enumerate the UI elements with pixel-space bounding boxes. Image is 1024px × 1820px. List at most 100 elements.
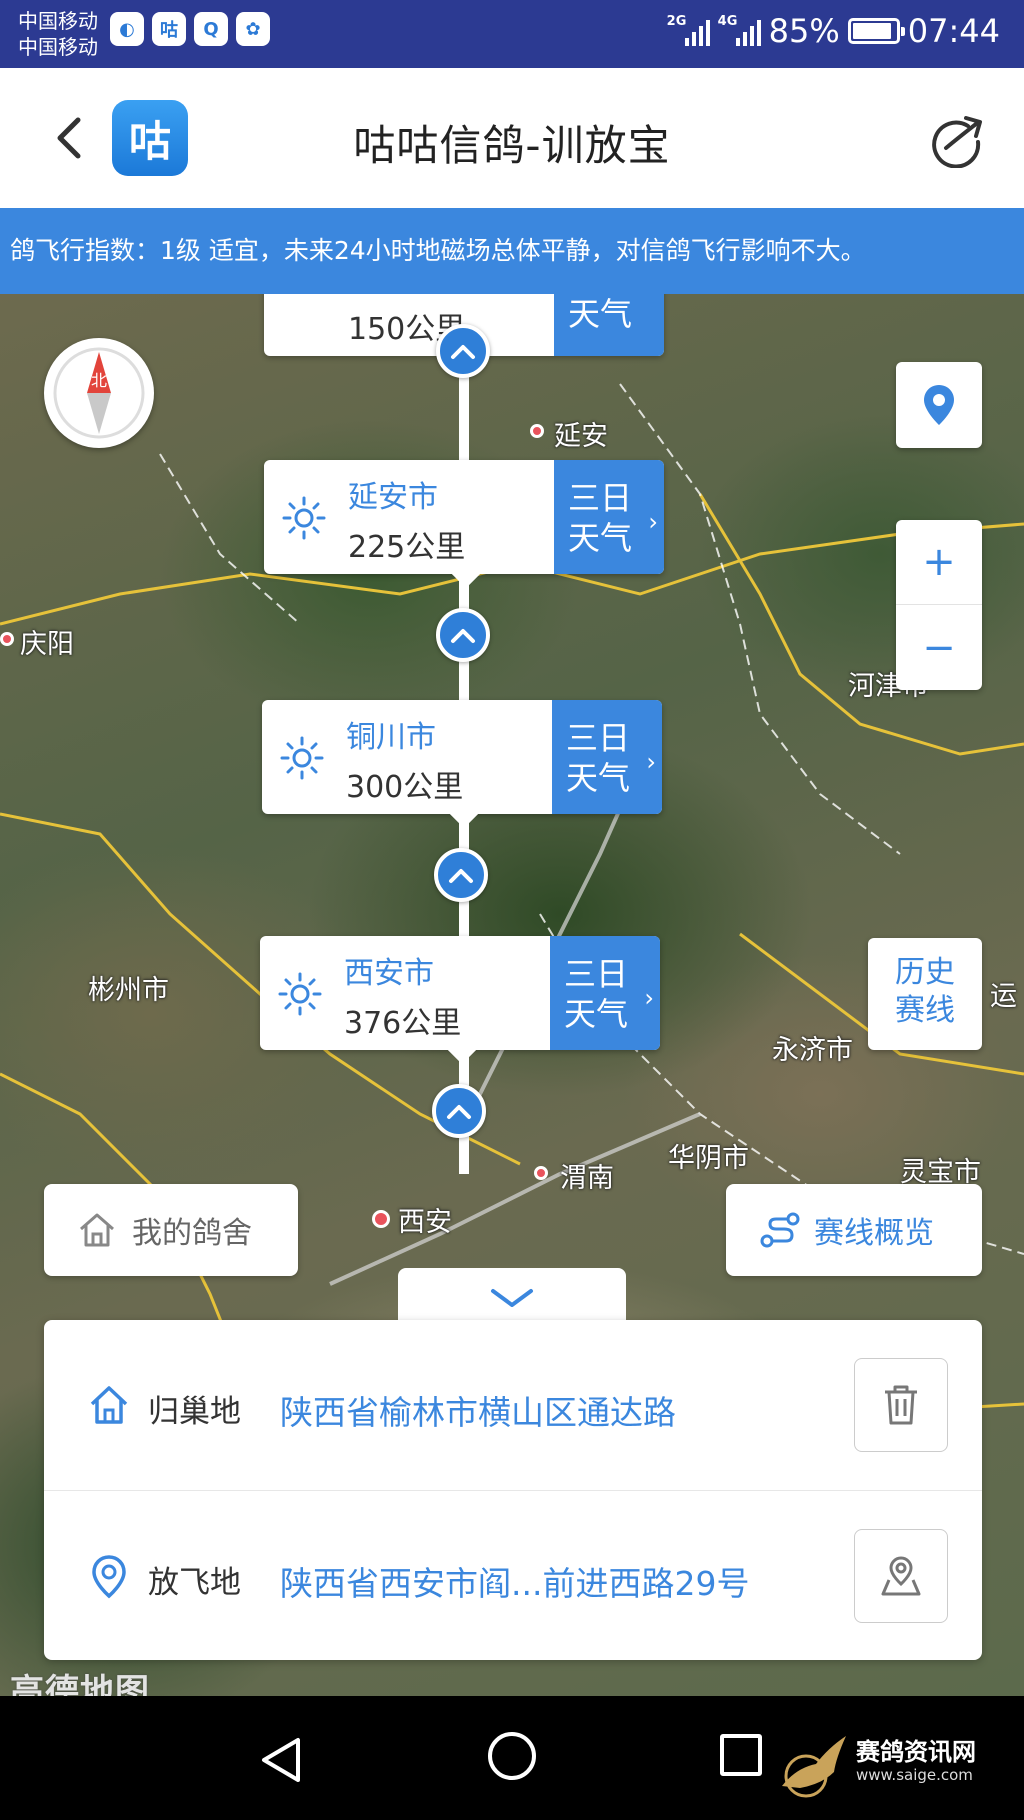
collapse-panel-button[interactable] — [398, 1268, 626, 1328]
history-route-button[interactable]: 历史 赛线 — [868, 938, 982, 1050]
map-pin-icon — [881, 1556, 921, 1596]
battery-percent: 85% — [768, 12, 840, 50]
locate-button[interactable] — [896, 362, 982, 448]
share-button[interactable] — [928, 112, 988, 169]
zoom-out-button[interactable]: − — [896, 605, 982, 690]
city-label-weinan: 渭南 — [560, 1163, 614, 1194]
my-loft-label: 我的鸽舍 — [132, 1216, 252, 1251]
chevron-up-icon — [451, 629, 475, 643]
home-icon — [80, 1213, 114, 1247]
route-node-up[interactable] — [434, 848, 488, 902]
waypoint-name: 延安市 — [348, 480, 438, 515]
location-pin-icon — [924, 385, 954, 425]
city-marker-weinan — [534, 1166, 548, 1180]
three-day-weather-button[interactable]: 三日 天气 › — [554, 460, 664, 574]
trash-icon — [885, 1385, 917, 1425]
waypoint-name: 铜川市 — [346, 720, 436, 755]
zoom-controls: + − — [896, 520, 982, 690]
nav-recents-button[interactable] — [720, 1734, 762, 1776]
city-marker-xian — [372, 1210, 390, 1228]
race-overview-button[interactable]: 赛线概览 — [726, 1184, 982, 1276]
pick-location-button[interactable] — [854, 1529, 948, 1623]
race-overview-label: 赛线概览 — [814, 1216, 934, 1251]
route-info-panel: 归巢地 陕西省榆林市横山区通达路 放飞地 陕西省西安市阎...前进西路29号 — [44, 1320, 982, 1660]
route-icon — [760, 1212, 800, 1248]
city-marker-qingyang — [0, 632, 14, 646]
waypoint-distance: 225公里 — [348, 530, 466, 565]
waypoint-name: 西安市 — [344, 956, 434, 991]
carrier-2: 中国移动 — [18, 35, 98, 59]
chevron-right-icon: › — [646, 748, 656, 776]
city-label-yanan: 延安 — [554, 421, 608, 452]
ticker-text: 鸽飞行指数：1级 适宜，未来24小时地磁场总体平静，对信鸽飞行影响不大。 — [10, 236, 866, 265]
clock: 07:44 — [907, 12, 1000, 50]
status-bar: 中国移动 中国移动 ◐ 咕 Q ✿ 2G 4G 85% 07:44 — [0, 0, 1024, 68]
system-nav-bar: 赛鸽资讯网 www.saige.com — [0, 1696, 1024, 1820]
page-title: 咕咕信鸽-训放宝 — [353, 121, 671, 170]
city-label-qingyang: 庆阳 — [20, 629, 74, 660]
app-notification-icon: ◐ — [110, 12, 144, 46]
waypoint-card[interactable]: 延安市 225公里 三日 天气 › — [264, 460, 664, 589]
release-location-value[interactable]: 陕西省西安市阎...前进西路29号 — [280, 1557, 749, 1605]
route-node-up[interactable] — [436, 324, 490, 378]
watermark-name: 赛鸽资讯网 — [856, 1738, 976, 1766]
delete-button[interactable] — [854, 1358, 948, 1452]
signal-4g-icon: 4G — [718, 14, 761, 46]
paw-notification-icon: ✿ — [236, 12, 270, 46]
waypoint-card[interactable]: 西安市 376公里 三日 天气 › — [260, 936, 660, 1065]
chevron-right-icon: › — [648, 508, 658, 536]
carrier-info: 中国移动 中国移动 — [18, 8, 98, 60]
zoom-in-button[interactable]: + — [896, 520, 982, 605]
search-notification-icon: Q — [194, 12, 228, 46]
waypoint-distance: 376公里 — [344, 1006, 462, 1041]
pigeon-logo-icon — [782, 1736, 846, 1798]
weather-label: 天气 — [568, 295, 633, 333]
home-location-label: 归巢地 — [148, 1394, 241, 1430]
sunny-icon — [282, 496, 326, 540]
city-label-xian: 西安 — [398, 1207, 452, 1238]
chevron-down-icon — [491, 1289, 533, 1307]
release-location-label: 放飞地 — [148, 1565, 241, 1601]
watermark-url: www.saige.com — [856, 1766, 973, 1784]
compass-north-label: 北 — [91, 371, 107, 390]
home-location-value[interactable]: 陕西省榆林市横山区通达路 — [280, 1386, 676, 1434]
three-day-weather-button[interactable]: 三日 天气 › — [552, 700, 662, 814]
battery-icon — [847, 18, 905, 44]
waypoint-card[interactable]: 铜川市 300公里 三日 天气 › — [262, 700, 662, 829]
city-label-yun: 运 — [990, 981, 1017, 1012]
map-view[interactable]: 延安 庆阳 河津市 彬州市 运 永济市 华阴市 渭南 灵宝市 西安 北 + − … — [0, 294, 1024, 1696]
gugu-notification-icon: 咕 — [152, 12, 186, 46]
notification-icons: ◐ 咕 Q ✿ — [110, 12, 270, 46]
sunny-icon — [280, 736, 324, 780]
chevron-up-icon — [447, 1105, 471, 1119]
compass-icon: 北 — [53, 347, 145, 439]
sunny-icon — [278, 972, 322, 1016]
city-label-binzhou: 彬州市 — [88, 975, 169, 1006]
nav-home-button[interactable] — [488, 1732, 536, 1780]
history-label-line2: 赛线 — [895, 993, 955, 1028]
app-header: 咕 咕咕信鸽-训放宝 — [0, 68, 1024, 208]
city-label-yongji: 永济市 — [772, 1035, 853, 1066]
waypoint-distance: 300公里 — [346, 770, 464, 805]
carrier-1: 中国移动 — [18, 9, 98, 33]
location-pin-icon — [92, 1555, 126, 1599]
three-day-weather-button[interactable]: 天气 — [554, 294, 664, 356]
nav-back-button[interactable] — [258, 1736, 306, 1784]
status-right: 2G 4G 85% 07:44 — [667, 12, 1000, 50]
share-icon — [932, 116, 982, 169]
map-provider-logo: 高德地图 — [10, 1672, 150, 1696]
signal-2g-icon: 2G — [667, 14, 710, 46]
chevron-up-icon — [451, 345, 475, 359]
chevron-up-icon — [449, 869, 473, 883]
home-location-row: 归巢地 陕西省榆林市横山区通达路 — [44, 1320, 982, 1490]
city-label-huayin: 华阴市 — [668, 1143, 749, 1174]
route-node-up[interactable] — [432, 1084, 486, 1138]
flight-index-ticker: 鸽飞行指数：1级 适宜，未来24小时地磁场总体平静，对信鸽飞行影响不大。 — [0, 208, 1024, 294]
my-loft-button[interactable]: 我的鸽舍 — [44, 1184, 298, 1276]
city-marker-yanan — [530, 424, 544, 438]
route-node-up[interactable] — [436, 608, 490, 662]
three-day-weather-button[interactable]: 三日 天气 › — [550, 936, 660, 1050]
compass-button[interactable]: 北 — [44, 338, 154, 448]
chevron-right-icon: › — [644, 984, 654, 1012]
home-icon — [90, 1386, 128, 1424]
